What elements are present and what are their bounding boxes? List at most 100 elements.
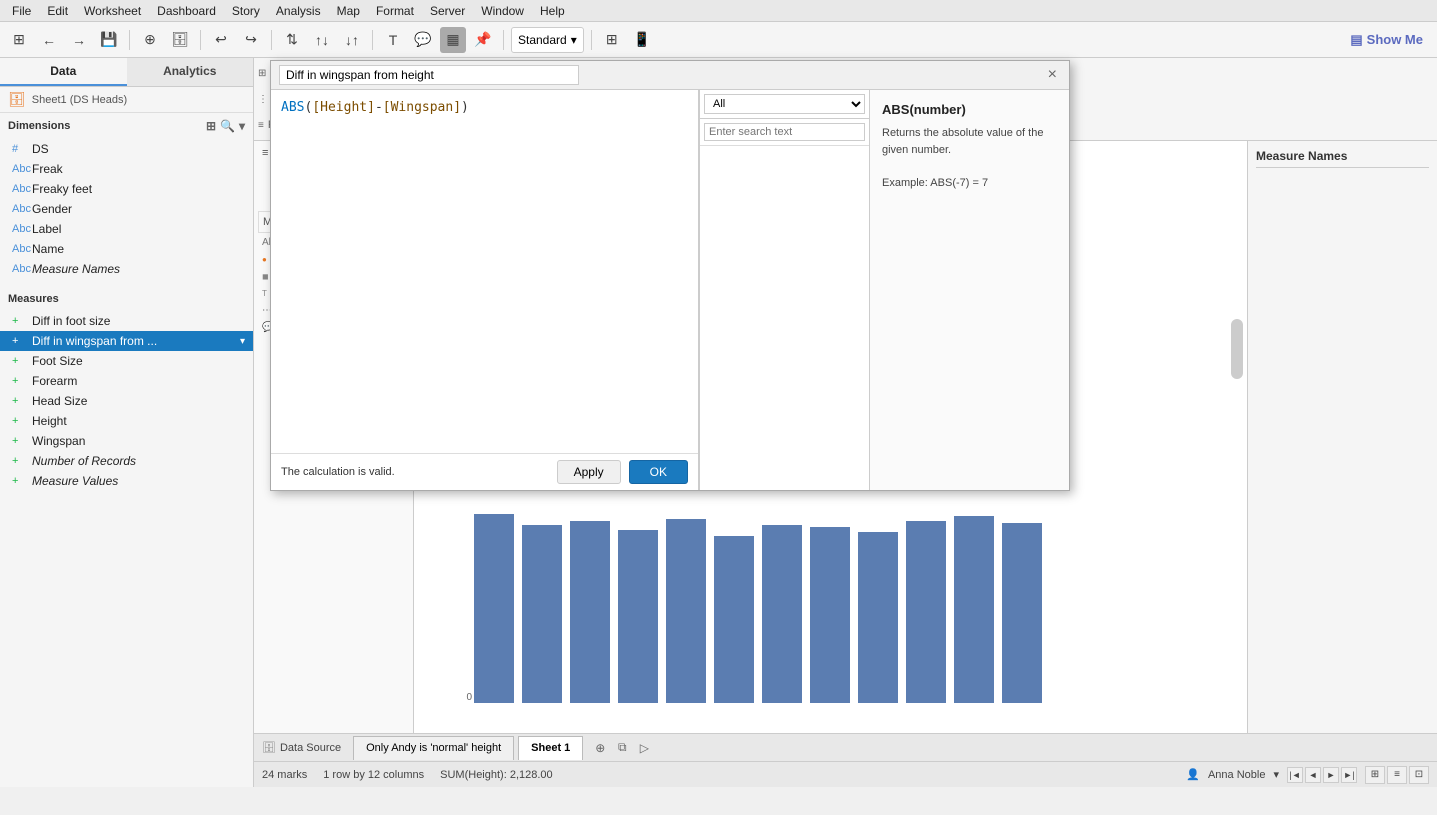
calc-title-input[interactable] [279, 65, 579, 85]
chart-bar-8[interactable] [858, 532, 898, 703]
chart-bar-0[interactable] [474, 514, 514, 703]
first-page-btn[interactable]: |◄ [1287, 767, 1303, 783]
dimension-item-freaky-feet[interactable]: AbcFreaky feet [0, 179, 253, 199]
chart-bar-2[interactable] [570, 521, 610, 703]
func-search-input[interactable] [704, 123, 865, 141]
scroll-handle[interactable] [1231, 319, 1243, 379]
forward-btn[interactable]: → [66, 27, 92, 53]
measure-item-number-of-records[interactable]: +Number of Records [0, 451, 253, 471]
menu-edit[interactable]: Edit [39, 2, 76, 20]
dimension-item-gender[interactable]: AbcGender [0, 199, 253, 219]
dimension-item-name[interactable]: AbcName [0, 239, 253, 259]
data-source-row: 🗄 Sheet1 (DS Heads) [0, 87, 253, 113]
present-icon[interactable]: ▷ [635, 739, 653, 757]
user-dropdown-icon[interactable]: ▾ [1273, 768, 1279, 781]
dimensions-search-icon[interactable]: 🔍 [220, 119, 235, 133]
chart-bar-5[interactable] [714, 536, 754, 703]
menu-format[interactable]: Format [368, 2, 422, 20]
menu-server[interactable]: Server [422, 2, 473, 20]
calc-apply-button[interactable]: Apply [557, 460, 621, 484]
chart-bar-1[interactable] [522, 525, 562, 703]
chart-bar-9[interactable] [906, 521, 946, 703]
add-datasource-btn[interactable]: ⊕ [137, 27, 163, 53]
measure-item-wingspan[interactable]: +Wingspan [0, 431, 253, 451]
menu-map[interactable]: Map [329, 2, 368, 20]
dimension-item-ds[interactable]: #DS [0, 139, 253, 159]
compact-view-btn[interactable]: ⊡ [1409, 766, 1429, 784]
dimension-item-measure-names[interactable]: AbcMeasure Names [0, 259, 253, 279]
calc-close-button[interactable]: × [1044, 66, 1061, 84]
menu-window[interactable]: Window [473, 2, 532, 20]
chart-bar-10[interactable] [954, 516, 994, 703]
menu-help[interactable]: Help [532, 2, 573, 20]
grid-view-btn[interactable]: ⊞ [1365, 766, 1385, 784]
menu-analysis[interactable]: Analysis [268, 2, 329, 20]
sheet-normal-height-tab[interactable]: Only Andy is 'normal' height [353, 736, 514, 760]
redo-btn[interactable]: ↪ [238, 27, 264, 53]
device-preview-btn[interactable]: 📱 [629, 27, 655, 53]
dimension-item-label[interactable]: AbcLabel [0, 219, 253, 239]
viz-size-dropdown[interactable]: Standard ▾ [511, 27, 584, 53]
chart-bar-4[interactable] [666, 519, 706, 703]
measure-item-height[interactable]: +Height [0, 411, 253, 431]
next-page-btn[interactable]: ► [1323, 767, 1339, 783]
measure-item-diff-in-wingspan-from-...[interactable]: +Diff in wingspan from ... ▾ [0, 331, 253, 351]
swap-rows-cols-btn[interactable]: ⇅ [279, 27, 305, 53]
dimensions-grid-icon[interactable]: ⊞ [206, 119, 216, 133]
dimension-label: Measure Names [32, 262, 120, 276]
dimensions-list: #DSAbcFreakAbcFreaky feetAbcGenderAbcLab… [0, 137, 253, 281]
measure-item-head-size[interactable]: +Head Size [0, 391, 253, 411]
new-workbook-btn[interactable]: ⊞ [6, 27, 32, 53]
measure-icon: + [12, 455, 26, 467]
prev-page-btn[interactable]: ◄ [1305, 767, 1321, 783]
datasource-btn[interactable]: 🗄 [167, 27, 193, 53]
list-view-btn[interactable]: ≡ [1387, 766, 1407, 784]
dim-icon: Abc [12, 183, 26, 195]
menu-file[interactable]: File [4, 2, 39, 20]
undo-btn[interactable]: ↩ [208, 27, 234, 53]
last-page-btn[interactable]: ►| [1341, 767, 1357, 783]
sort-desc-btn[interactable]: ↓↑ [339, 27, 365, 53]
sheet1-tab[interactable]: Sheet 1 [518, 736, 583, 760]
menu-dashboard[interactable]: Dashboard [149, 2, 224, 20]
measure-item-foot-size[interactable]: +Foot Size [0, 351, 253, 371]
measure-icon: + [12, 415, 26, 427]
calc-ok-button[interactable]: OK [629, 460, 688, 484]
chart-bar-11[interactable] [1002, 523, 1042, 703]
sort-asc-btn[interactable]: ↑↓ [309, 27, 335, 53]
chart-bar-6[interactable] [762, 525, 802, 703]
chart-bar-7[interactable] [810, 527, 850, 703]
calc-editor-area: ABS([Height]-[Wingspan]) The calculation… [271, 90, 699, 490]
calc-formula-display[interactable]: ABS([Height]-[Wingspan]) [271, 90, 698, 453]
save-btn[interactable]: 💾 [96, 27, 122, 53]
show-me-button[interactable]: ▤ Show Me [1342, 28, 1431, 52]
dimension-item-freak[interactable]: AbcFreak [0, 159, 253, 179]
formula-fn: ABS [281, 100, 304, 115]
func-category-select[interactable]: AllNumberStringDateLogicalAggregateUser [704, 94, 865, 114]
tab-data[interactable]: Data [0, 58, 127, 86]
measure-names-title: Measure Names [1256, 149, 1429, 168]
back-btn[interactable]: ← [36, 27, 62, 53]
tab-analytics[interactable]: Analytics [127, 58, 254, 86]
label-btn[interactable]: T [380, 27, 406, 53]
datasource-name[interactable]: Sheet1 (DS Heads) [32, 94, 127, 106]
datasource-tab[interactable]: 🗄 Data Source [254, 739, 349, 756]
measure-item-measure-values[interactable]: +Measure Values [0, 471, 253, 491]
menu-story[interactable]: Story [224, 2, 268, 20]
measure-label: Head Size [32, 394, 87, 408]
dimensions-add-icon[interactable]: ▾ [239, 119, 245, 133]
dimension-label: Name [32, 242, 64, 256]
pin-btn[interactable]: 📌 [470, 27, 496, 53]
duplicate-sheet-icon[interactable]: ⧉ [613, 739, 631, 757]
user-name: Anna Noble [1208, 769, 1266, 781]
measure-item-forearm[interactable]: +Forearm [0, 371, 253, 391]
measure-label: Forearm [32, 374, 77, 388]
toolbar-sep1 [129, 30, 130, 50]
menu-worksheet[interactable]: Worksheet [76, 2, 149, 20]
chart-bar-3[interactable] [618, 530, 658, 703]
tooltip-btn[interactable]: 💬 [410, 27, 436, 53]
fit-btn[interactable]: ⊞ [599, 27, 625, 53]
mark-type-btn[interactable]: ▦ [440, 27, 466, 53]
measure-item-diff-in-foot-size[interactable]: +Diff in foot size [0, 311, 253, 331]
add-sheet-icon[interactable]: ⊕ [591, 739, 609, 757]
